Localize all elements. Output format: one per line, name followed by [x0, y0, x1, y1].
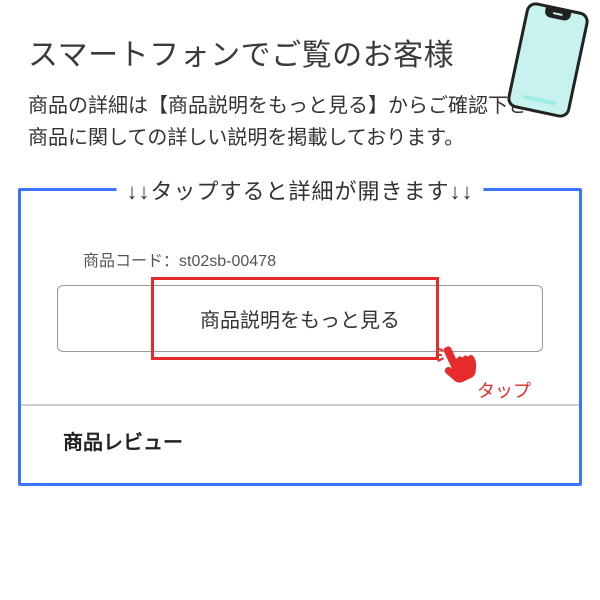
review-heading: 商品レビュー: [63, 426, 543, 455]
more-button-wrap: 商品説明をもっと見る: [57, 285, 543, 352]
product-code-label: 商品コード：: [83, 253, 179, 270]
lead-line-2: 商品に関しての詳しい説明を掲載しております。: [28, 122, 572, 154]
section-divider: [21, 404, 579, 406]
product-code-value: st02sb-00478: [179, 253, 276, 270]
product-code: 商品コード：st02sb-00478: [83, 247, 543, 271]
instruction-legend: ↓↓タップすると詳細が開きます↓↓: [116, 174, 483, 206]
show-more-button-label: 商品説明をもっと見る: [200, 310, 400, 332]
header: スマートフォンでご覧のお客様: [0, 0, 600, 74]
page-title: スマートフォンでご覧のお客様: [28, 30, 572, 74]
show-more-button[interactable]: 商品説明をもっと見る: [57, 285, 543, 352]
tap-label: タップ: [477, 377, 531, 403]
instruction-section: ↓↓タップすると詳細が開きます↓↓ 商品コード：st02sb-00478 商品説…: [18, 188, 582, 486]
lead-line-1: 商品の詳細は【商品説明をもっと見る】からご確認下さい。: [28, 90, 572, 122]
instruction-box: ↓↓タップすると詳細が開きます↓↓ 商品コード：st02sb-00478 商品説…: [18, 188, 582, 486]
